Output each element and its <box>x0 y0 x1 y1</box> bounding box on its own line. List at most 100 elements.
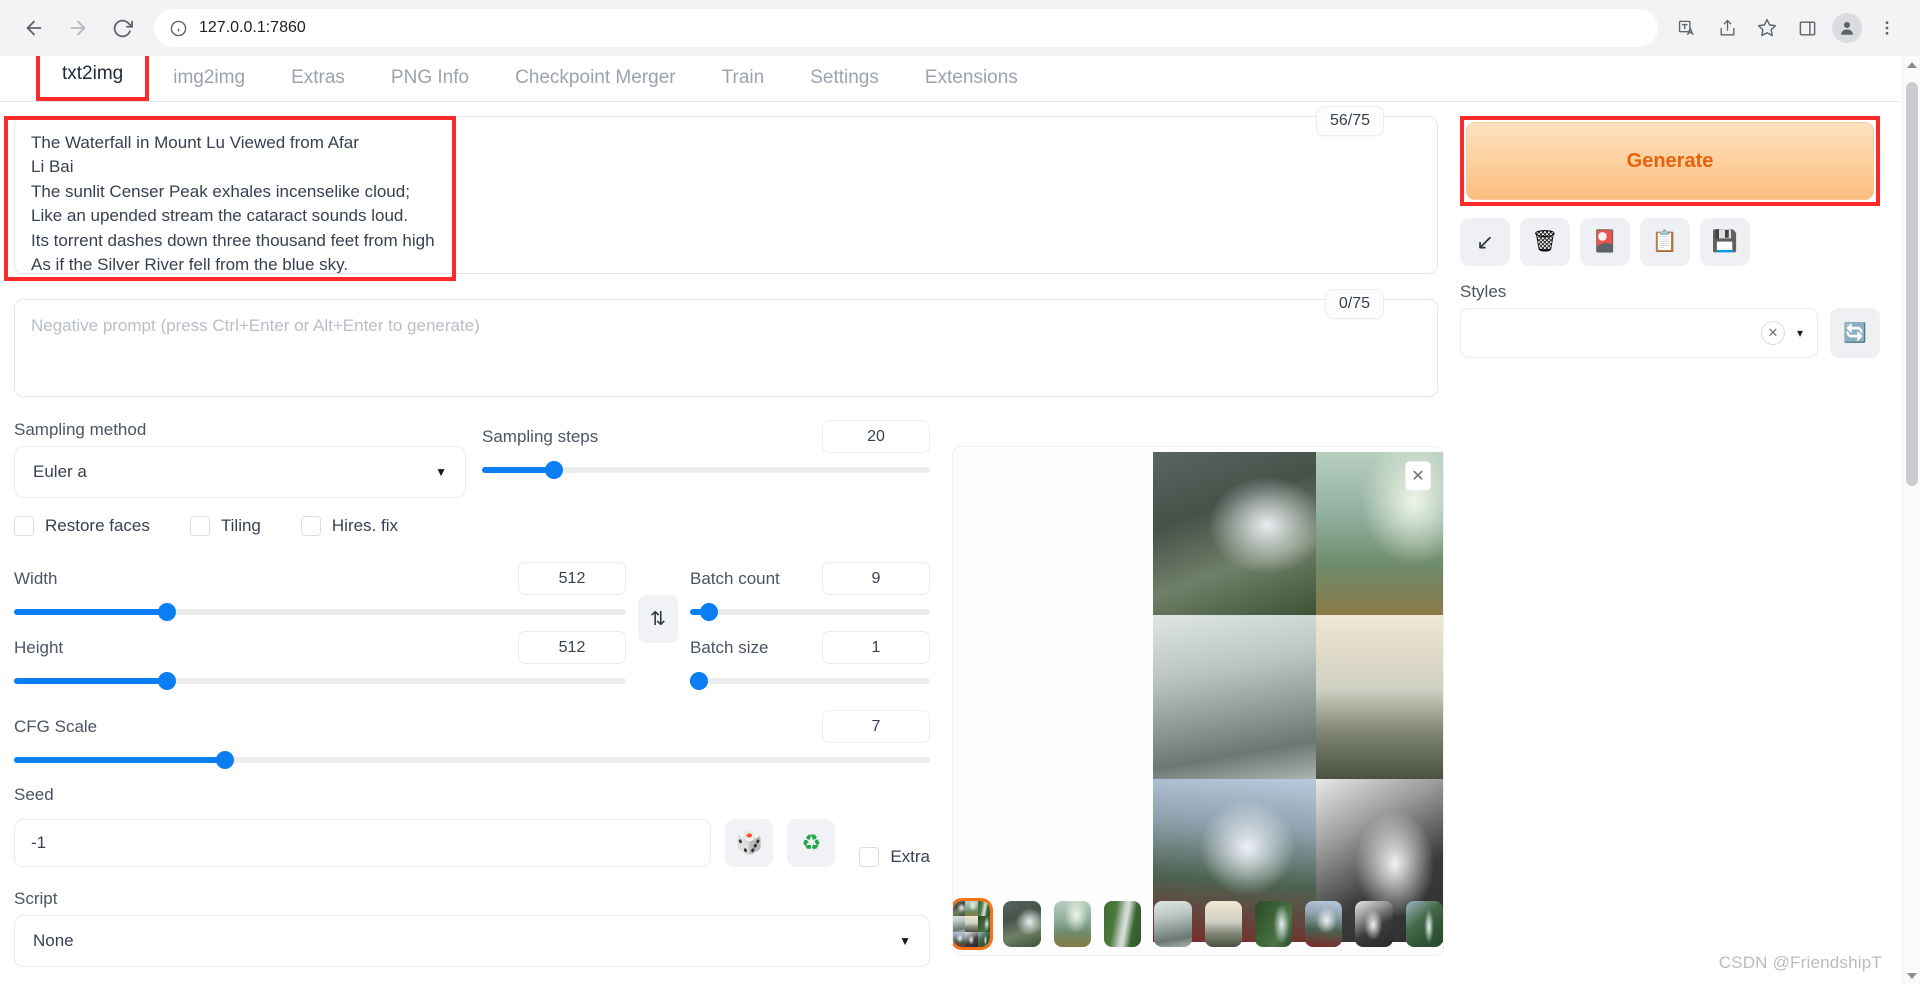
random-seed-button[interactable]: 🎲 <box>725 819 774 867</box>
tab-txt2img[interactable]: txt2img <box>40 56 145 97</box>
negative-prompt-input[interactable] <box>14 299 1438 397</box>
chevron-down-icon: ▼ <box>899 934 911 948</box>
hires-fix-checkbox[interactable] <box>300 516 321 536</box>
cfg-scale-slider[interactable] <box>14 751 930 769</box>
gallery-image-4[interactable] <box>1153 615 1317 779</box>
tab-settings[interactable]: Settings <box>788 57 901 101</box>
tab-extras[interactable]: Extras <box>269 57 367 101</box>
close-icon: ✕ <box>1411 468 1425 485</box>
floppy-disk-icon: 💾 <box>1711 230 1739 253</box>
styles-label: Styles <box>1460 282 1507 301</box>
sampling-steps-slider-knob[interactable] <box>544 461 563 479</box>
tab-train[interactable]: Train <box>700 57 787 101</box>
swap-dimensions-button[interactable]: ⇅ <box>638 595 678 643</box>
forward-button[interactable] <box>58 8 98 48</box>
thumb-6[interactable] <box>1254 901 1293 947</box>
translate-icon[interactable] <box>1668 9 1706 47</box>
thumb-4[interactable] <box>1154 901 1192 947</box>
thumb-3[interactable] <box>1103 901 1142 947</box>
gallery-close-button[interactable]: ✕ <box>1405 461 1431 491</box>
tab-img2img[interactable]: img2img <box>151 57 267 101</box>
batch-size-slider[interactable] <box>690 672 930 690</box>
reload-button[interactable] <box>102 8 142 48</box>
refresh-styles-button[interactable]: 🔄 <box>1830 308 1880 358</box>
width-slider-knob[interactable] <box>158 603 176 621</box>
positive-prompt-input[interactable] <box>14 116 1438 274</box>
avatar <box>1832 13 1862 43</box>
scroll-down-arrow[interactable] <box>1907 973 1917 979</box>
script-value: None <box>33 931 74 950</box>
sampling-steps-slider[interactable] <box>482 461 930 479</box>
restore-faces-checkbox[interactable] <box>14 516 34 536</box>
cfg-scale-value[interactable]: 7 <box>822 710 930 743</box>
batch-count-slider[interactable] <box>690 603 930 621</box>
recycle-seed-button[interactable]: ♻ <box>787 819 836 867</box>
positive-prompt-wrapper: 56/75 <box>4 106 1438 281</box>
profile-avatar[interactable] <box>1828 9 1866 47</box>
generate-button[interactable]: Generate <box>1466 122 1874 200</box>
height-slider[interactable] <box>14 672 626 690</box>
checkbox-hires-fix[interactable]: Hires. fix <box>300 516 398 536</box>
gallery-image-1[interactable] <box>1153 452 1317 616</box>
sampling-method-value: Euler a <box>33 462 87 481</box>
chevron-down-icon: ▼ <box>435 465 447 479</box>
width-value[interactable]: 512 <box>518 562 626 595</box>
address-bar[interactable]: 127.0.0.1:7860 <box>154 9 1658 47</box>
script-select[interactable]: None ▼ <box>14 915 930 967</box>
cfg-scale-label: CFG Scale <box>14 716 98 736</box>
watermark: CSDN @FriendshipT <box>1718 953 1882 972</box>
bookmark-star-icon[interactable] <box>1748 9 1786 47</box>
thumb-5[interactable] <box>1204 901 1242 947</box>
cfg-scale-slider-knob[interactable] <box>215 751 234 769</box>
sampling-steps-value[interactable]: 20 <box>822 420 930 453</box>
extra-seed-label: Extra <box>890 847 930 866</box>
clear-styles-icon[interactable]: ✕ <box>1760 321 1785 345</box>
thumb-8[interactable] <box>1355 901 1393 947</box>
batch-size-value[interactable]: 1 <box>822 631 930 664</box>
trash-icon: 🗑 <box>1531 230 1559 253</box>
checkbox-tiling[interactable]: Tiling <box>189 516 261 536</box>
scrollbar-thumb[interactable] <box>1906 82 1918 486</box>
side-panel-icon[interactable] <box>1788 9 1826 47</box>
thumb-grid[interactable] <box>953 898 994 950</box>
negative-prompt-wrapper: 0/75 <box>14 289 1438 402</box>
site-info-icon[interactable] <box>170 20 187 37</box>
width-slider[interactable] <box>14 603 626 621</box>
gallery-image-5[interactable] <box>1316 615 1443 779</box>
chrome-menu-icon[interactable] <box>1868 9 1906 47</box>
thumb-7[interactable] <box>1305 901 1343 947</box>
tab-checkpoint-merger[interactable]: Checkpoint Merger <box>493 57 698 101</box>
script-group: Script None ▼ <box>14 889 930 967</box>
seed-group: Seed -1 🎲 ♻ Extra <box>14 785 930 867</box>
clear-prompt-button[interactable]: 🗑 <box>1520 218 1570 266</box>
save-style-button[interactable]: 💾 <box>1700 218 1750 266</box>
tab-png-info[interactable]: PNG Info <box>369 57 491 101</box>
thumb-9[interactable] <box>1405 901 1443 947</box>
sampler-and-steps-row: Sampling method Euler a ▼ Sampling steps… <box>14 420 930 498</box>
height-slider-knob[interactable] <box>158 672 176 690</box>
height-value[interactable]: 512 <box>518 631 626 664</box>
tiling-checkbox[interactable] <box>189 516 210 536</box>
chrome-actions <box>1668 9 1906 47</box>
scroll-up-arrow[interactable] <box>1907 62 1917 68</box>
apply-style-button[interactable]: 🎴 <box>1580 218 1630 266</box>
styles-select[interactable]: ✕ ▾ <box>1460 308 1818 358</box>
extra-seed-checkbox[interactable] <box>859 847 880 867</box>
back-button[interactable] <box>14 8 54 48</box>
share-icon[interactable] <box>1708 9 1746 47</box>
clipboard-icon: 📋 <box>1651 230 1679 253</box>
restore-progress-button[interactable]: ↙ <box>1460 218 1510 266</box>
batch-count-value[interactable]: 9 <box>822 562 930 595</box>
batch-count-slider-knob[interactable] <box>700 603 719 621</box>
checkbox-extra-seed[interactable]: Extra <box>859 847 930 867</box>
seed-input[interactable]: -1 <box>14 819 712 867</box>
thumb-1[interactable] <box>1003 901 1041 947</box>
page-scrollbar[interactable] <box>1902 56 1920 985</box>
sampling-method-select[interactable]: Euler a ▼ <box>14 446 466 498</box>
paste-clipboard-button[interactable]: 📋 <box>1640 218 1690 266</box>
tab-extensions[interactable]: Extensions <box>903 57 1040 101</box>
checkbox-restore-faces[interactable]: Restore faces <box>14 516 150 536</box>
thumb-2[interactable] <box>1053 901 1091 947</box>
width-group: Width 512 <box>14 562 626 621</box>
batch-size-slider-knob[interactable] <box>690 672 708 690</box>
